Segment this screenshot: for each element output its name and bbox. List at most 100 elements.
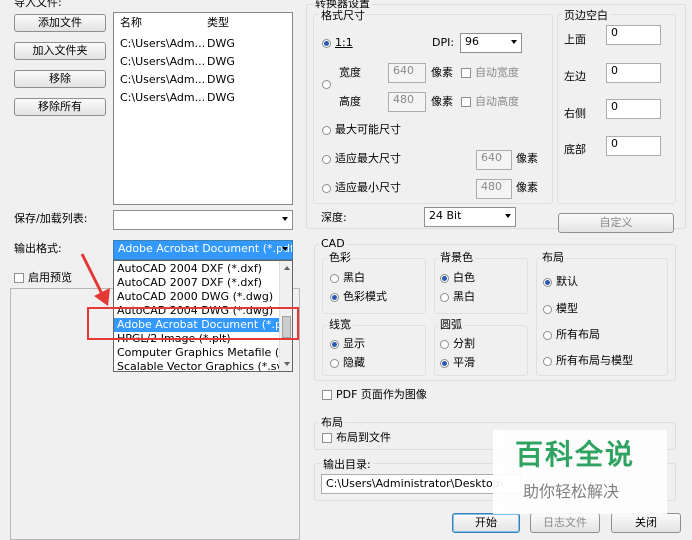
color-group (322, 258, 426, 314)
default-layout-radio[interactable] (543, 278, 552, 287)
linewidth-group (322, 325, 426, 376)
bw-radio[interactable] (330, 274, 339, 283)
margin-bottom-input[interactable]: 0 (606, 136, 661, 156)
scroll-up-icon[interactable] (284, 266, 290, 270)
format-size-title: 格式尺寸 (319, 9, 367, 22)
linewidth-title: 线宽 (327, 318, 353, 331)
format-option[interactable]: Computer Graphics Metafile (*.cg (117, 346, 292, 360)
column-header-type[interactable]: 类型 (207, 16, 229, 30)
all-layouts-model-label: 所有布局与模型 (556, 354, 633, 367)
split-arc-radio[interactable] (440, 340, 449, 349)
highlight-annotation-box (87, 307, 299, 340)
fit-min-input[interactable]: 480 (476, 179, 512, 199)
width-input[interactable]: 640 (388, 63, 426, 83)
format-option[interactable]: AutoCAD 2007 DXF (*.dxf) (117, 276, 262, 290)
start-button[interactable]: 开始 (452, 513, 520, 533)
smooth-arc-radio[interactable] (440, 359, 449, 368)
show-linewidth-label: 显示 (343, 337, 365, 350)
show-linewidth-radio[interactable] (330, 340, 339, 349)
save-load-list-dropdown[interactable] (113, 210, 293, 230)
auto-height-checkbox[interactable] (461, 97, 471, 107)
watermark-box: 百科全说 助你轻松解决 (493, 430, 667, 514)
output-format-dropdown[interactable]: Adobe Acrobat Document (*.pdf (113, 240, 293, 260)
layout-to-file-checkbox[interactable] (322, 433, 332, 443)
file-row-name[interactable]: C:\Users\Adm... (120, 91, 205, 105)
cad-title: CAD (319, 237, 347, 250)
all-layouts-label: 所有布局 (556, 328, 600, 341)
format-option[interactable]: AutoCAD 2004 DXF (*.dxf) (117, 262, 262, 276)
max-size-radio[interactable] (322, 126, 331, 135)
import-files-label: 导入文件: (14, 0, 62, 9)
add-folder-button[interactable]: 加入文件夹 (14, 42, 106, 60)
dpi-dropdown[interactable]: 96 (460, 33, 522, 53)
color-mode-radio[interactable] (330, 293, 339, 302)
depth-dropdown[interactable]: 24 Bit (424, 207, 516, 227)
output-format-selected: Adobe Acrobat Document (*.pdf (118, 242, 293, 255)
custom-size-radio[interactable] (322, 80, 331, 89)
cad-layout-title: 布局 (540, 251, 566, 264)
close-button[interactable]: 关闭 (611, 513, 681, 533)
chevron-down-icon (282, 247, 288, 251)
add-file-button[interactable]: 添加文件 (14, 14, 106, 32)
format-option[interactable]: AutoCAD 2000 DWG (*.dwg) (117, 290, 273, 304)
margin-right-input[interactable]: 0 (606, 99, 661, 119)
margin-top-label: 上面 (564, 33, 586, 46)
file-row-type: DWG (207, 55, 235, 68)
model-label: 模型 (556, 302, 578, 315)
white-bg-radio[interactable] (440, 274, 449, 283)
model-radio[interactable] (543, 305, 552, 314)
auto-width-checkbox[interactable] (461, 68, 471, 78)
background-group (434, 258, 528, 314)
format-option[interactable]: Scalable Vector Graphics (*.svg) (117, 360, 292, 371)
file-row-name[interactable]: C:\Users\Adm... (120, 55, 205, 69)
hide-linewidth-radio[interactable] (330, 359, 339, 368)
fit-max-pixel-label: 像素 (516, 152, 538, 165)
ratio-label: 1:1 (335, 36, 353, 49)
margin-left-label: 左边 (564, 70, 586, 83)
bw-label: 黑白 (343, 271, 365, 284)
file-row-type: DWG (207, 37, 235, 50)
ratio-radio[interactable] (322, 39, 331, 48)
custom-button[interactable]: 自定义 (558, 213, 674, 233)
fit-max-radio[interactable] (322, 155, 331, 164)
height-input[interactable]: 480 (388, 92, 426, 112)
log-file-button[interactable]: 日志文件 (530, 513, 600, 533)
color-mode-label: 色彩模式 (343, 290, 387, 303)
margin-top-input[interactable]: 0 (606, 25, 661, 45)
fit-max-label: 适应最大尺寸 (335, 152, 401, 165)
scroll-down-icon[interactable] (284, 362, 290, 366)
margin-left-input[interactable]: 0 (606, 63, 661, 83)
arc-group (434, 325, 528, 376)
remove-all-button[interactable]: 移除所有 (14, 98, 106, 116)
height-pixel-label: 像素 (431, 95, 453, 108)
layout-to-file-label: 布局到文件 (336, 431, 391, 444)
enable-preview-checkbox[interactable] (14, 273, 24, 283)
chevron-down-icon (511, 40, 517, 44)
column-header-name[interactable]: 名称 (120, 16, 142, 30)
pdf-page-image-label: PDF 页面作为图像 (336, 388, 427, 401)
file-row-name[interactable]: C:\Users\Adm... (120, 73, 205, 87)
layout-title: 布局 (319, 416, 345, 429)
margin-right-label: 右侧 (564, 107, 586, 120)
file-row-name[interactable]: C:\Users\Adm... (120, 37, 205, 51)
depth-value: 24 Bit (429, 209, 462, 222)
output-dir-input[interactable]: C:\Users\Administrator\Desktop\ (321, 474, 521, 494)
fit-min-radio[interactable] (322, 184, 331, 193)
split-arc-label: 分割 (453, 337, 475, 350)
dpi-label: DPI: (432, 36, 455, 49)
pdf-page-image-checkbox[interactable] (322, 390, 332, 400)
black-bg-radio[interactable] (440, 293, 449, 302)
all-layouts-radio[interactable] (543, 331, 552, 340)
red-arrow-icon (80, 253, 110, 306)
fit-max-input[interactable]: 640 (476, 150, 512, 170)
height-label: 高度 (339, 95, 361, 108)
file-list[interactable]: 名称 类型 C:\Users\Adm... DWG C:\Users\Adm..… (113, 12, 293, 205)
color-title: 色彩 (327, 251, 353, 264)
chevron-down-icon (505, 214, 511, 218)
auto-width-label: 自动宽度 (475, 66, 519, 79)
black-bg-label: 黑白 (453, 290, 475, 303)
all-layouts-model-radio[interactable] (543, 357, 552, 366)
margin-bottom-label: 底部 (564, 143, 586, 156)
remove-button[interactable]: 移除 (14, 70, 106, 88)
file-row-type: DWG (207, 73, 235, 86)
